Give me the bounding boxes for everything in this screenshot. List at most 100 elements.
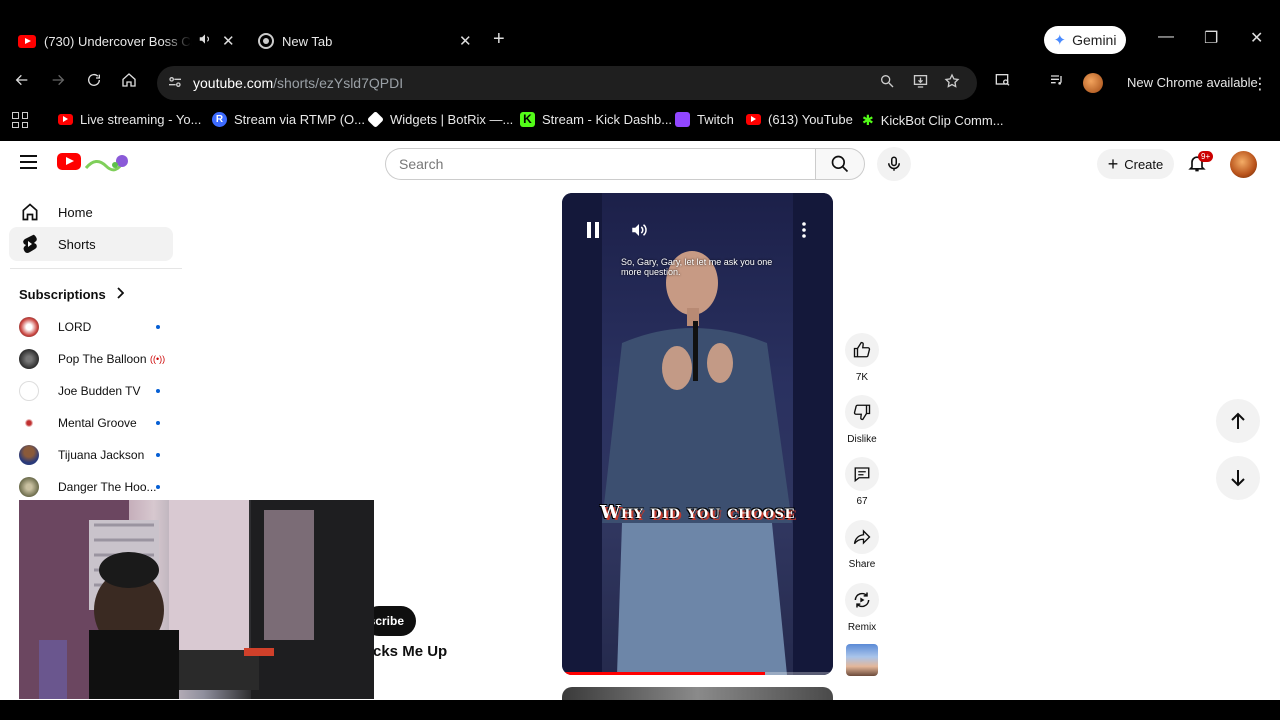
youtube-icon bbox=[746, 114, 761, 125]
close-tab-icon[interactable]: ✕ bbox=[459, 32, 472, 50]
previous-short-button[interactable] bbox=[1216, 399, 1260, 443]
account-avatar[interactable] bbox=[1230, 151, 1257, 178]
subscriptions-title: Subscriptions bbox=[19, 287, 106, 302]
comment-count: 67 bbox=[856, 496, 868, 507]
chrome-update-label[interactable]: New Chrome available bbox=[1127, 75, 1258, 90]
home-icon[interactable] bbox=[121, 72, 137, 93]
bookmark-rtmp[interactable]: R Stream via RTMP (O... bbox=[212, 112, 365, 127]
remix-button[interactable] bbox=[845, 583, 879, 617]
restream-icon: R bbox=[212, 112, 227, 127]
next-short-button[interactable] bbox=[1216, 456, 1260, 500]
restore-icon[interactable]: ❐ bbox=[1204, 28, 1218, 48]
sound-thumbnail[interactable] bbox=[846, 644, 878, 676]
speaker-icon[interactable] bbox=[198, 32, 212, 49]
youtube-doodle-icon[interactable] bbox=[84, 150, 132, 174]
remix-icon bbox=[854, 592, 870, 608]
tab-search-icon[interactable] bbox=[994, 72, 1012, 93]
chrome-menu-icon[interactable]: ⋮ bbox=[1252, 74, 1268, 94]
bookmark-live-streaming[interactable]: Live streaming - Yo... bbox=[58, 112, 201, 127]
subscription-item[interactable]: Tijuana Jackson bbox=[19, 443, 169, 467]
volume-button[interactable] bbox=[625, 216, 653, 244]
bookmark-star-icon[interactable] bbox=[944, 73, 960, 93]
bookmark-botrix[interactable]: Widgets | BotRix —... bbox=[367, 111, 513, 128]
like-button[interactable] bbox=[845, 333, 879, 367]
tab-title: New Tab bbox=[282, 33, 333, 49]
new-content-dot bbox=[156, 421, 160, 425]
install-app-icon[interactable] bbox=[912, 73, 929, 93]
zoom-icon[interactable] bbox=[879, 73, 895, 93]
arrow-down-icon bbox=[1231, 470, 1245, 487]
twitch-icon bbox=[675, 112, 690, 127]
channel-avatar bbox=[19, 317, 39, 337]
remix-action[interactable]: Remix bbox=[845, 583, 879, 633]
browser-tab-youtube[interactable]: (730) Undercover Boss Crac ✕ bbox=[18, 26, 240, 56]
share-action[interactable]: Share bbox=[845, 520, 879, 570]
subscriptions-heading[interactable]: Subscriptions bbox=[19, 287, 124, 302]
bookmark-kick-dashboard[interactable]: K Stream - Kick Dashb... bbox=[520, 112, 672, 127]
live-icon: ((•)) bbox=[150, 354, 166, 364]
channel-name: LORD bbox=[58, 320, 92, 334]
bookmark-kickbot[interactable]: ✱ KickBot Clip Comm... bbox=[862, 112, 1004, 129]
url-host: youtube.com bbox=[193, 75, 274, 91]
thumbs-up-icon bbox=[853, 341, 871, 358]
short-title: cks Me Up bbox=[373, 643, 448, 660]
comments-button[interactable] bbox=[845, 457, 879, 491]
shorts-icon bbox=[19, 234, 41, 254]
apps-grid-icon[interactable] bbox=[12, 112, 28, 128]
voice-search-button[interactable] bbox=[877, 147, 911, 181]
subscription-item[interactable]: Danger The Hoo... bbox=[19, 475, 169, 499]
youtube-icon bbox=[58, 114, 73, 125]
share-button[interactable] bbox=[845, 520, 879, 554]
back-arrow-icon[interactable] bbox=[14, 72, 30, 93]
video-progress-bar[interactable] bbox=[562, 672, 833, 675]
gemini-button[interactable]: ✦ Gemini bbox=[1044, 26, 1126, 54]
comments-action[interactable]: 67 bbox=[845, 457, 879, 507]
youtube-icon bbox=[18, 34, 36, 48]
bookmark-label: Stream - Kick Dashb... bbox=[542, 112, 673, 127]
search-button[interactable] bbox=[815, 148, 865, 180]
sidebar-item-label: Shorts bbox=[58, 236, 96, 252]
gemini-label: Gemini bbox=[1072, 32, 1117, 48]
search-input[interactable] bbox=[386, 149, 816, 179]
close-tab-icon[interactable]: ✕ bbox=[222, 32, 235, 50]
remix-label: Remix bbox=[847, 622, 877, 633]
next-short-preview[interactable] bbox=[562, 687, 833, 700]
like-action[interactable]: 7K bbox=[845, 333, 879, 383]
more-options-button[interactable] bbox=[790, 216, 818, 244]
channel-name: Tijuana Jackson bbox=[58, 448, 145, 462]
minimize-icon[interactable]: — bbox=[1158, 28, 1174, 46]
dislike-label: Dislike bbox=[847, 434, 877, 445]
dislike-button[interactable] bbox=[845, 395, 879, 429]
chrome-icon bbox=[258, 33, 274, 49]
youtube-logo[interactable] bbox=[57, 153, 81, 170]
address-bar[interactable]: youtube.com/shorts/ezYsld7QPDI bbox=[157, 66, 977, 100]
subscription-item[interactable]: Mental Groove bbox=[19, 411, 169, 435]
site-settings-icon[interactable] bbox=[167, 74, 183, 93]
new-content-dot bbox=[156, 485, 160, 489]
subscription-item[interactable]: LORD bbox=[19, 315, 169, 339]
bookmark-twitch[interactable]: Twitch bbox=[675, 112, 734, 127]
bookmark-label: Twitch bbox=[697, 112, 734, 127]
forward-arrow-icon[interactable] bbox=[50, 72, 66, 93]
reload-icon[interactable] bbox=[86, 72, 102, 93]
search-bar[interactable] bbox=[385, 148, 816, 180]
subscription-item[interactable]: Joe Budden TV bbox=[19, 379, 169, 403]
browser-tab-new[interactable]: New Tab ✕ bbox=[258, 26, 478, 56]
new-tab-button[interactable]: + bbox=[493, 28, 505, 51]
sidebar-item-shorts[interactable]: Shorts bbox=[9, 227, 173, 261]
pause-button[interactable] bbox=[579, 216, 607, 244]
bookmark-label: KickBot Clip Comm... bbox=[880, 113, 1004, 128]
thumbs-down-icon bbox=[853, 404, 871, 421]
menu-icon[interactable] bbox=[20, 155, 37, 169]
profile-avatar[interactable] bbox=[1083, 73, 1103, 93]
bookmark-youtube[interactable]: (613) YouTube bbox=[746, 112, 853, 127]
video-progress-fill bbox=[562, 672, 766, 675]
bottom-letterbox bbox=[0, 700, 1280, 720]
create-button[interactable]: + Create bbox=[1097, 149, 1174, 179]
close-window-icon[interactable]: ✕ bbox=[1250, 28, 1263, 48]
subscription-item[interactable]: Pop The Balloon ((•)) bbox=[19, 347, 169, 371]
media-controls-icon[interactable] bbox=[1048, 72, 1066, 93]
sidebar-item-home[interactable]: Home bbox=[9, 195, 173, 229]
dislike-action[interactable]: Dislike bbox=[845, 395, 879, 445]
shorts-video-player[interactable]: So, Gary, Gary, let let me ask you one m… bbox=[562, 193, 833, 675]
